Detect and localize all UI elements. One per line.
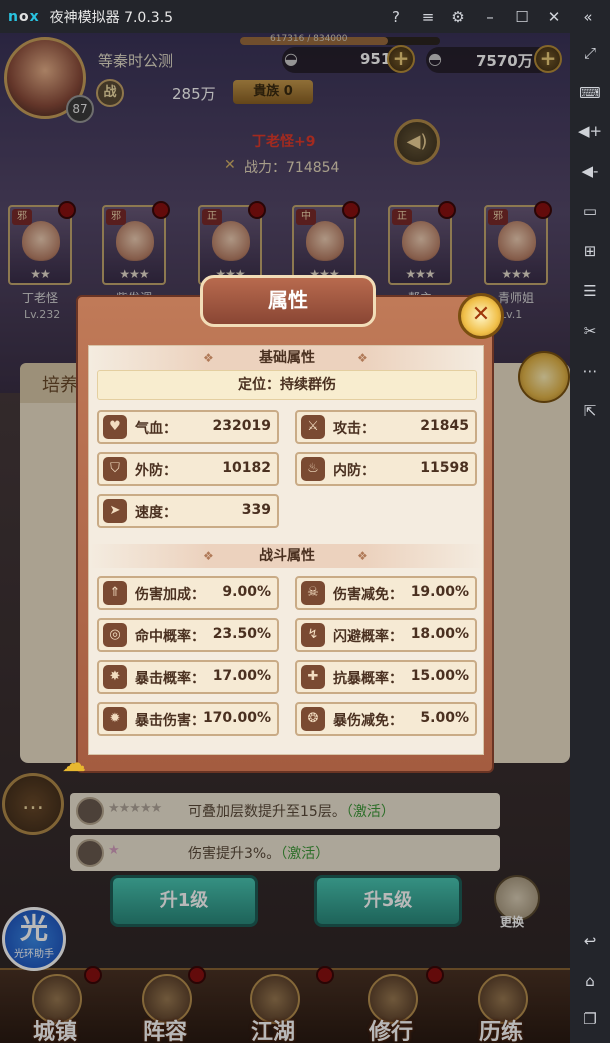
stat-value: 339 — [241, 502, 271, 518]
stat-box: ⛉ 外防： 10182 — [97, 452, 279, 486]
close-icon[interactable]: ✕ — [544, 7, 564, 27]
stat-value: 9.00% — [222, 584, 271, 600]
battle-section-title: 战斗属性 — [259, 548, 315, 564]
stat-name: 命中概率： — [135, 629, 205, 645]
dialog-body: ❖ 基础属性 ❖ 定位：持续群伤 ♥ 气血： 232019 ⚔ 攻击： 21845 ⛉ 外防：… — [88, 345, 485, 755]
nox-logo: nox — [8, 8, 40, 25]
stat-name: 抗暴概率： — [333, 671, 403, 687]
skull-icon: ☠ — [301, 581, 325, 605]
speed-icon: ➤ — [103, 499, 127, 523]
dialog-title: 属性 — [200, 275, 376, 327]
stat-name: 内防： — [333, 463, 375, 479]
stat-box: ♨ 内防： 11598 — [295, 452, 477, 486]
collapse-icon[interactable]: « — [578, 7, 598, 27]
stat-value: 18.00% — [410, 626, 469, 642]
stat-name: 暴击伤害： — [135, 713, 205, 729]
ornament-icon: ❖ — [357, 549, 368, 563]
stat-value: 5.00% — [420, 710, 469, 726]
basic-section-title: 基础属性 — [259, 350, 315, 366]
role-box: 定位：持续群伤 — [97, 370, 477, 400]
stat-box: ✹ 暴击伤害： 170.00% — [97, 702, 279, 736]
sword-icon: ⚔ — [301, 415, 325, 439]
stat-box: ✸ 暴击概率： 17.00% — [97, 660, 279, 694]
emulator-title: 夜神模拟器 7.0.3.5 — [49, 9, 174, 26]
battle-section-header: ❖ 战斗属性 ❖ — [89, 544, 485, 568]
back-icon[interactable]: ↩ — [578, 929, 602, 953]
more-icon[interactable]: ⋯ — [578, 359, 602, 383]
stat-box: ⇑ 伤害加成： 9.00% — [97, 576, 279, 610]
emulator-sidebar: ⤢ ⌨ ◀+ ◀- ▭ ⊞ ☰ ✂ ⋯ ⇱ ↩ ⌂ ❐ — [570, 33, 610, 1043]
volume-down-icon[interactable]: ◀- — [578, 159, 602, 183]
keyboard-icon[interactable]: ⌨ — [578, 81, 602, 105]
fullscreen-icon[interactable]: ⤢ — [578, 41, 602, 65]
home-icon[interactable]: ⌂ — [578, 969, 602, 993]
stat-value: 23.50% — [212, 626, 271, 642]
gear-icon[interactable]: ⚙ — [448, 7, 468, 27]
stat-name: 伤害加成： — [135, 587, 205, 603]
flame-icon: ♨ — [301, 457, 325, 481]
stat-box: ✚ 抗暴概率： 15.00% — [295, 660, 477, 694]
anti-crit-icon: ✚ — [301, 665, 325, 689]
stat-name: 暴伤减免： — [333, 713, 403, 729]
attribute-dialog: 属性 ✕ ❖ 基础属性 ❖ 定位：持续群伤 ♥ 气血： 232019 ⚔ 攻击： 2184… — [62, 275, 504, 777]
cloud-ornament-icon: ☁ — [62, 749, 86, 777]
stat-box: ⚔ 攻击： 21845 — [295, 410, 477, 444]
stat-value: 19.00% — [410, 584, 469, 600]
apk-icon[interactable]: ⊞ — [578, 239, 602, 263]
ornament-icon: ❖ — [357, 351, 368, 365]
stat-value: 17.00% — [212, 668, 271, 684]
stat-value: 170.00% — [202, 710, 271, 726]
expand-icon[interactable]: ⇱ — [578, 399, 602, 423]
crit-icon: ✸ — [103, 665, 127, 689]
stat-name: 暴击概率： — [135, 671, 205, 687]
minimize-icon[interactable]: – — [480, 7, 500, 27]
stat-value: 11598 — [420, 460, 469, 476]
volume-up-icon[interactable]: ◀+ — [578, 119, 602, 143]
game-viewport: 87 617316 / 834000 等秦时公测 ◒ 951 + ◓ 7570万… — [0, 33, 570, 1043]
dialog-close-button[interactable]: ✕ — [458, 293, 504, 339]
stat-box: ➤ 速度： 339 — [97, 494, 279, 528]
help-icon[interactable]: ? — [386, 7, 406, 27]
stat-box: ❂ 暴伤减免： 5.00% — [295, 702, 477, 736]
emulator-titlebar: nox 夜神模拟器 7.0.3.5 ? ≡ ⚙ – ☐ ✕ « — [0, 0, 610, 33]
screen-icon[interactable]: ▭ — [578, 199, 602, 223]
maximize-icon[interactable]: ☐ — [512, 7, 532, 27]
stat-value: 15.00% — [410, 668, 469, 684]
menu-icon[interactable]: ≡ — [418, 7, 438, 27]
stat-box: ☠ 伤害减免： 19.00% — [295, 576, 477, 610]
target-icon: ◎ — [103, 623, 127, 647]
heart-icon: ♥ — [103, 415, 127, 439]
stat-name: 攻击： — [333, 421, 375, 437]
dodge-icon: ↯ — [301, 623, 325, 647]
stat-name: 外防： — [135, 463, 177, 479]
scissors-icon[interactable]: ✂ — [578, 319, 602, 343]
stat-value: 232019 — [212, 418, 271, 434]
stat-value: 10182 — [222, 460, 271, 476]
stat-value: 21845 — [420, 418, 469, 434]
stat-box: ♥ 气血： 232019 — [97, 410, 279, 444]
stat-name: 速度： — [135, 505, 177, 521]
recent-icon[interactable]: ❐ — [578, 1007, 602, 1031]
stat-name: 气血： — [135, 421, 177, 437]
stat-name: 闪避概率： — [333, 629, 403, 645]
stat-name: 伤害减免： — [333, 587, 403, 603]
stat-box: ◎ 命中概率： 23.50% — [97, 618, 279, 652]
crit-reduce-icon: ❂ — [301, 707, 325, 731]
multi-instance-icon[interactable]: ☰ — [578, 279, 602, 303]
shield-icon: ⛉ — [103, 457, 127, 481]
crit-damage-icon: ✹ — [103, 707, 127, 731]
basic-section-header: ❖ 基础属性 ❖ — [89, 346, 485, 370]
damage-up-icon: ⇑ — [103, 581, 127, 605]
stat-box: ↯ 闪避概率： 18.00% — [295, 618, 477, 652]
